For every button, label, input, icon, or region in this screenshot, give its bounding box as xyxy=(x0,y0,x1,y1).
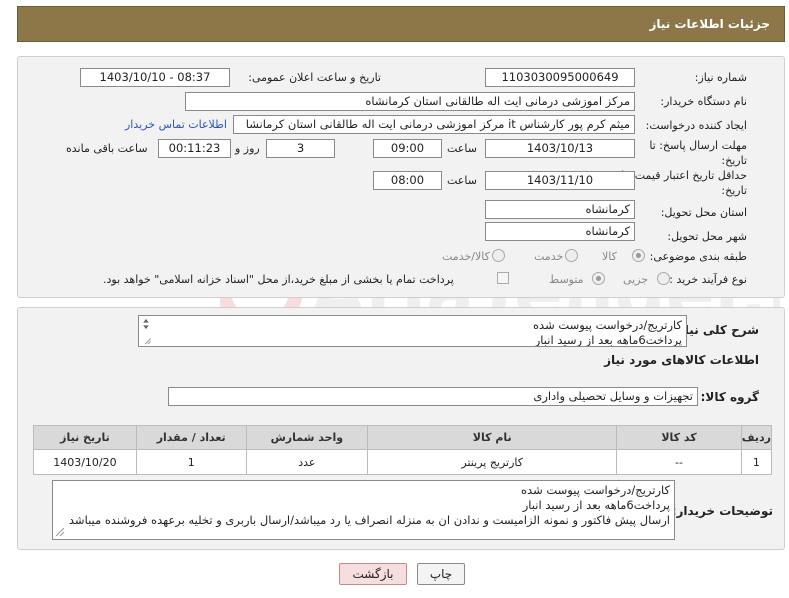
province-label: استان محل تحویل: xyxy=(660,206,747,219)
validity-date-field[interactable]: 1403/11/10 xyxy=(485,171,635,190)
cell-item-code: -- xyxy=(616,449,742,475)
cell-need-date: 1403/10/20 xyxy=(33,449,137,475)
page-header: جزئیات اطلاعات نیاز xyxy=(17,6,785,42)
announce-datetime-field[interactable]: 1403/10/10 - 08:37 xyxy=(80,68,230,87)
treasury-payment-checkbox[interactable] xyxy=(497,272,509,284)
process-radio-medium[interactable] xyxy=(592,272,605,285)
goods-table-header: ردیف کد کالا نام کالا واحد شمارش تعداد /… xyxy=(33,425,773,450)
cell-row-number: 1 xyxy=(740,449,773,475)
resize-grip-icon[interactable] xyxy=(55,527,65,537)
need-number-label: شماره نیاز: xyxy=(694,71,747,84)
cell-unit: عدد xyxy=(245,449,369,475)
treasury-payment-note: پرداخت تمام یا بخشی از مبلغ خرید،از محل … xyxy=(103,273,454,286)
days-field[interactable]: 3 xyxy=(266,139,335,158)
reply-time-label: ساعت xyxy=(447,142,477,155)
description-textarea[interactable]: کارتریج/درخواست پیوست شده پرداخت6ماهه بع… xyxy=(138,315,687,347)
col-need-date: تاریخ نیاز xyxy=(33,425,137,450)
province-field[interactable]: کرمانشاه xyxy=(485,200,635,219)
back-button[interactable]: بازگشت xyxy=(339,563,407,585)
buyer-org-field[interactable]: مرکز اموزشی درمانی ایت اله طالقانی استان… xyxy=(185,92,635,111)
print-button[interactable]: چاپ xyxy=(417,563,465,585)
buyer-notes-line-3: ارسال پیش فاکتور و نمونه الزامیست و نداد… xyxy=(68,513,670,527)
reply-time-field[interactable]: 09:00 xyxy=(373,139,442,158)
reply-date-field[interactable]: 1403/10/13 xyxy=(485,139,635,158)
goods-group-field[interactable]: تجهیزات و وسایل تحصیلی واداری xyxy=(168,387,698,406)
buyer-notes-line-2: پرداخت6ماهه بعد از رسید انبار xyxy=(522,498,670,512)
cell-quantity: 1 xyxy=(135,449,247,475)
validity-time-field[interactable]: 08:00 xyxy=(373,171,442,190)
creator-label: ایجاد کننده درخواست: xyxy=(645,119,747,132)
page-title: جزئیات اطلاعات نیاز xyxy=(649,17,770,31)
col-item-code: کد کالا xyxy=(616,425,742,450)
remaining-time-field[interactable]: 00:11:23 xyxy=(158,139,231,158)
category-option-goods: کالا xyxy=(602,250,617,263)
process-label: نوع فرآیند خرید : xyxy=(669,273,747,286)
buyer-contact-link[interactable]: اطلاعات تماس خریدار xyxy=(125,118,227,131)
category-radio-both[interactable] xyxy=(492,249,505,262)
reply-deadline-label: مهلت ارسال پاسخ: تا تاریخ: xyxy=(649,139,747,167)
need-number-field[interactable]: 1103030095000649 xyxy=(485,68,635,87)
textarea-scroll-arrows-icon[interactable] xyxy=(139,316,153,346)
category-radio-goods[interactable] xyxy=(632,249,645,262)
category-option-service: خدمت xyxy=(534,250,564,263)
process-radio-minor[interactable] xyxy=(657,272,670,285)
category-radio-service[interactable] xyxy=(565,249,578,262)
creator-field[interactable]: میثم کرم پور کارشناس it مرکز اموزشی درما… xyxy=(233,115,635,134)
col-unit: واحد شمارش xyxy=(245,425,369,450)
goods-section-title: اطلاعات کالاهای مورد نیاز xyxy=(604,353,759,367)
category-option-both: کالا/خدمت xyxy=(442,250,490,263)
col-quantity: تعداد / مقدار xyxy=(135,425,247,450)
goods-group-label: گروه کالا: xyxy=(700,390,759,404)
col-row-number: ردیف xyxy=(740,425,773,450)
description-line-1: کارتریج/درخواست پیوست شده xyxy=(533,318,682,332)
days-label: روز و xyxy=(235,142,260,155)
remaining-label: ساعت باقی مانده xyxy=(66,142,148,155)
city-label: شهر محل تحویل: xyxy=(667,230,747,243)
description-line-2: پرداخت6ماهه بعد از رسید انبار xyxy=(534,333,682,347)
goods-table: ردیف کد کالا نام کالا واحد شمارش تعداد /… xyxy=(33,425,773,475)
process-option-minor: جزیی xyxy=(623,273,649,286)
city-field[interactable]: کرمانشاه xyxy=(485,222,635,241)
col-item-name: نام کالا xyxy=(367,425,618,450)
announce-label: تاریخ و ساعت اعلان عمومی: xyxy=(248,71,381,84)
buyer-notes-textarea[interactable]: کارتریج/درخواست پیوست شده پرداخت6ماهه بع… xyxy=(52,480,675,540)
validity-time-label: ساعت xyxy=(447,174,477,187)
cell-item-name: کارتریج پرینتر xyxy=(367,449,618,475)
category-label: طبقه بندی موضوعی: xyxy=(649,250,747,263)
buyer-org-label: نام دستگاه خریدار: xyxy=(660,95,747,108)
buyer-notes-label: توضیحات خریدار: xyxy=(671,504,773,518)
buyer-notes-line-1: کارتریج/درخواست پیوست شده xyxy=(521,483,670,497)
table-row[interactable]: 1 -- کارتریج پرینتر عدد 1 1403/10/20 xyxy=(33,449,773,475)
process-option-medium: متوسط xyxy=(549,273,584,286)
